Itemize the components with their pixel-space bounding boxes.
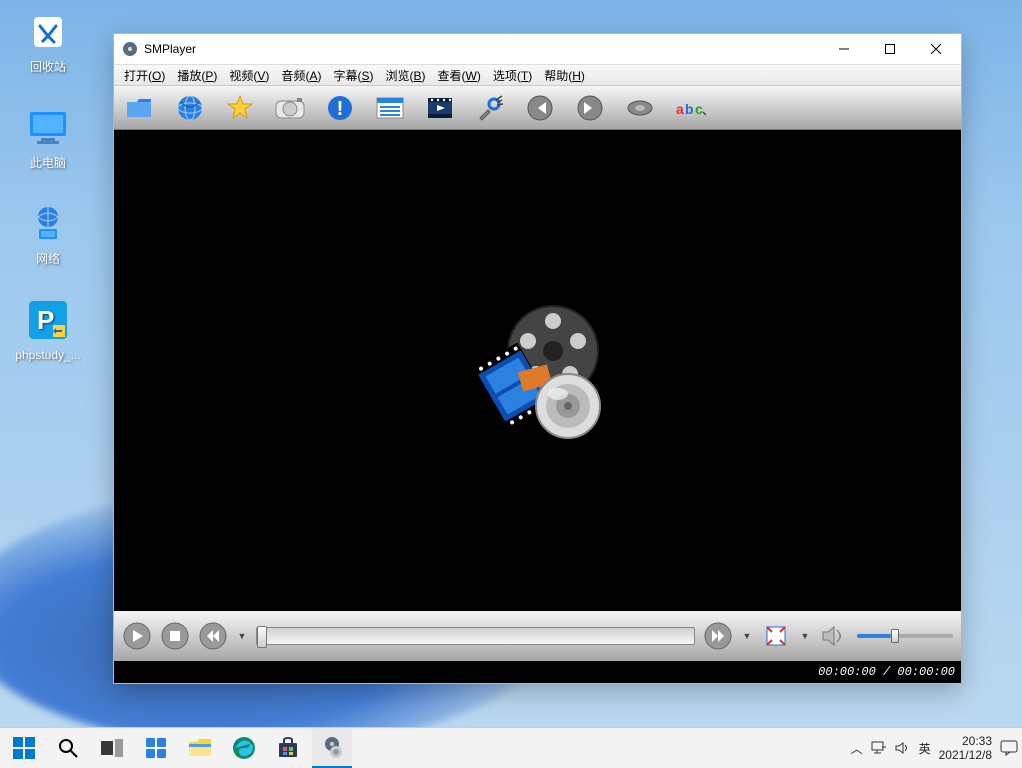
close-button[interactable] — [913, 34, 959, 64]
titlebar[interactable]: SMPlayer — [114, 34, 961, 64]
menu-video[interactable]: 视频(V) — [223, 65, 275, 86]
tool-playlist[interactable] — [372, 90, 408, 126]
play-button[interactable] — [122, 621, 152, 651]
clock[interactable]: 20:33 2021/12/8 — [939, 734, 992, 762]
svg-text:c: c — [695, 101, 703, 117]
desktop-icon-network[interactable]: 网络 — [10, 200, 86, 266]
window-title: SMPlayer — [144, 42, 821, 56]
seek-thumb[interactable] — [257, 626, 267, 648]
tool-favorites[interactable] — [222, 90, 258, 126]
menu-help[interactable]: 帮助(H) — [538, 65, 591, 86]
system-tray: ︿ 英 20:33 2021/12/8 — [851, 734, 1022, 762]
status-bar: 00:00:00 / 00:00:00 — [114, 661, 961, 683]
volume-thumb[interactable] — [891, 629, 899, 643]
minimize-button[interactable] — [821, 34, 867, 64]
edge-button[interactable] — [224, 728, 264, 768]
tool-open-file[interactable] — [122, 90, 158, 126]
toolbar: ! abc — [114, 86, 961, 130]
menu-audio[interactable]: 音频(A) — [275, 65, 327, 86]
smplayer-logo — [458, 296, 618, 446]
tray-overflow-icon[interactable]: ︿ — [851, 740, 863, 757]
menu-subtitle[interactable]: 字幕(S) — [327, 65, 379, 86]
recycle-bin-icon — [24, 8, 72, 56]
time-display: 00:00:00 / 00:00:00 — [818, 665, 955, 679]
date-text: 2021/12/8 — [939, 748, 992, 762]
taskbar: ︿ 英 20:33 2021/12/8 — [0, 727, 1022, 768]
seek-bar[interactable] — [256, 627, 695, 645]
menu-browse[interactable]: 浏览(B) — [379, 65, 431, 86]
menu-play[interactable]: 播放(P) — [171, 65, 223, 86]
store-button[interactable] — [268, 728, 308, 768]
playback-controls: ▼ ▼ ▼ — [114, 611, 961, 661]
menu-view[interactable]: 查看(W) — [432, 65, 487, 86]
time-text: 20:33 — [939, 734, 992, 748]
menu-open[interactable]: 打开(O) — [118, 65, 171, 86]
rewind-button[interactable] — [198, 621, 228, 651]
tool-open-url[interactable] — [172, 90, 208, 126]
ime-indicator[interactable]: 英 — [919, 740, 931, 757]
desktop-icon-recycle-bin[interactable]: 回收站 — [10, 8, 86, 74]
network-globe-icon — [24, 200, 72, 248]
video-area[interactable] — [114, 130, 961, 611]
desktop-icon-label: 此电脑 — [10, 156, 86, 170]
tool-screenshot[interactable] — [272, 90, 308, 126]
network-tray-icon[interactable] — [871, 741, 887, 755]
tool-previous[interactable] — [522, 90, 558, 126]
svg-text:b: b — [685, 101, 694, 117]
tool-repeat[interactable] — [622, 90, 658, 126]
smplayer-app-icon — [122, 41, 138, 57]
phpstudy-icon: P — [24, 296, 72, 344]
task-view-button[interactable] — [92, 728, 132, 768]
desktop-icon-this-pc[interactable]: 此电脑 — [10, 104, 86, 170]
forward-button[interactable] — [703, 621, 733, 651]
file-explorer-button[interactable] — [180, 728, 220, 768]
tool-preferences[interactable] — [472, 90, 508, 126]
notifications-button[interactable] — [1000, 740, 1018, 756]
desktop-icon-label: 回收站 — [10, 60, 86, 74]
maximize-button[interactable] — [867, 34, 913, 64]
start-button[interactable] — [4, 728, 44, 768]
fullscreen-button[interactable] — [761, 621, 791, 651]
svg-text:a: a — [676, 101, 684, 117]
stop-button[interactable] — [160, 621, 190, 651]
sound-tray-icon[interactable] — [895, 741, 911, 755]
menubar: 打开(O) 播放(P) 视频(V) 音频(A) 字幕(S) 浏览(B) 查看(W… — [114, 64, 961, 86]
desktop-icon-label: phpstudy_... — [10, 348, 86, 362]
rewind-menu[interactable]: ▼ — [236, 621, 248, 651]
taskbar-smplayer[interactable] — [312, 728, 352, 768]
tool-subtitle-search[interactable]: abc — [672, 90, 708, 126]
tool-video-settings[interactable] — [422, 90, 458, 126]
search-button[interactable] — [48, 728, 88, 768]
svg-text:!: ! — [337, 98, 344, 120]
monitor-icon — [24, 104, 72, 152]
fullscreen-menu[interactable]: ▼ — [799, 621, 811, 651]
volume-slider[interactable] — [857, 629, 953, 643]
widgets-button[interactable] — [136, 728, 176, 768]
desktop-icon-label: 网络 — [10, 252, 86, 266]
forward-menu[interactable]: ▼ — [741, 621, 753, 651]
volume-track — [857, 634, 953, 638]
tool-next[interactable] — [572, 90, 608, 126]
mute-button[interactable] — [819, 621, 849, 651]
smplayer-window: SMPlayer 打开(O) 播放(P) 视频(V) 音频(A) 字幕(S) 浏… — [113, 33, 962, 684]
menu-options[interactable]: 选项(T) — [487, 65, 538, 86]
desktop-icon-phpstudy[interactable]: P phpstudy_... — [10, 296, 86, 362]
svg-text:P: P — [37, 305, 54, 335]
tool-info[interactable]: ! — [322, 90, 358, 126]
